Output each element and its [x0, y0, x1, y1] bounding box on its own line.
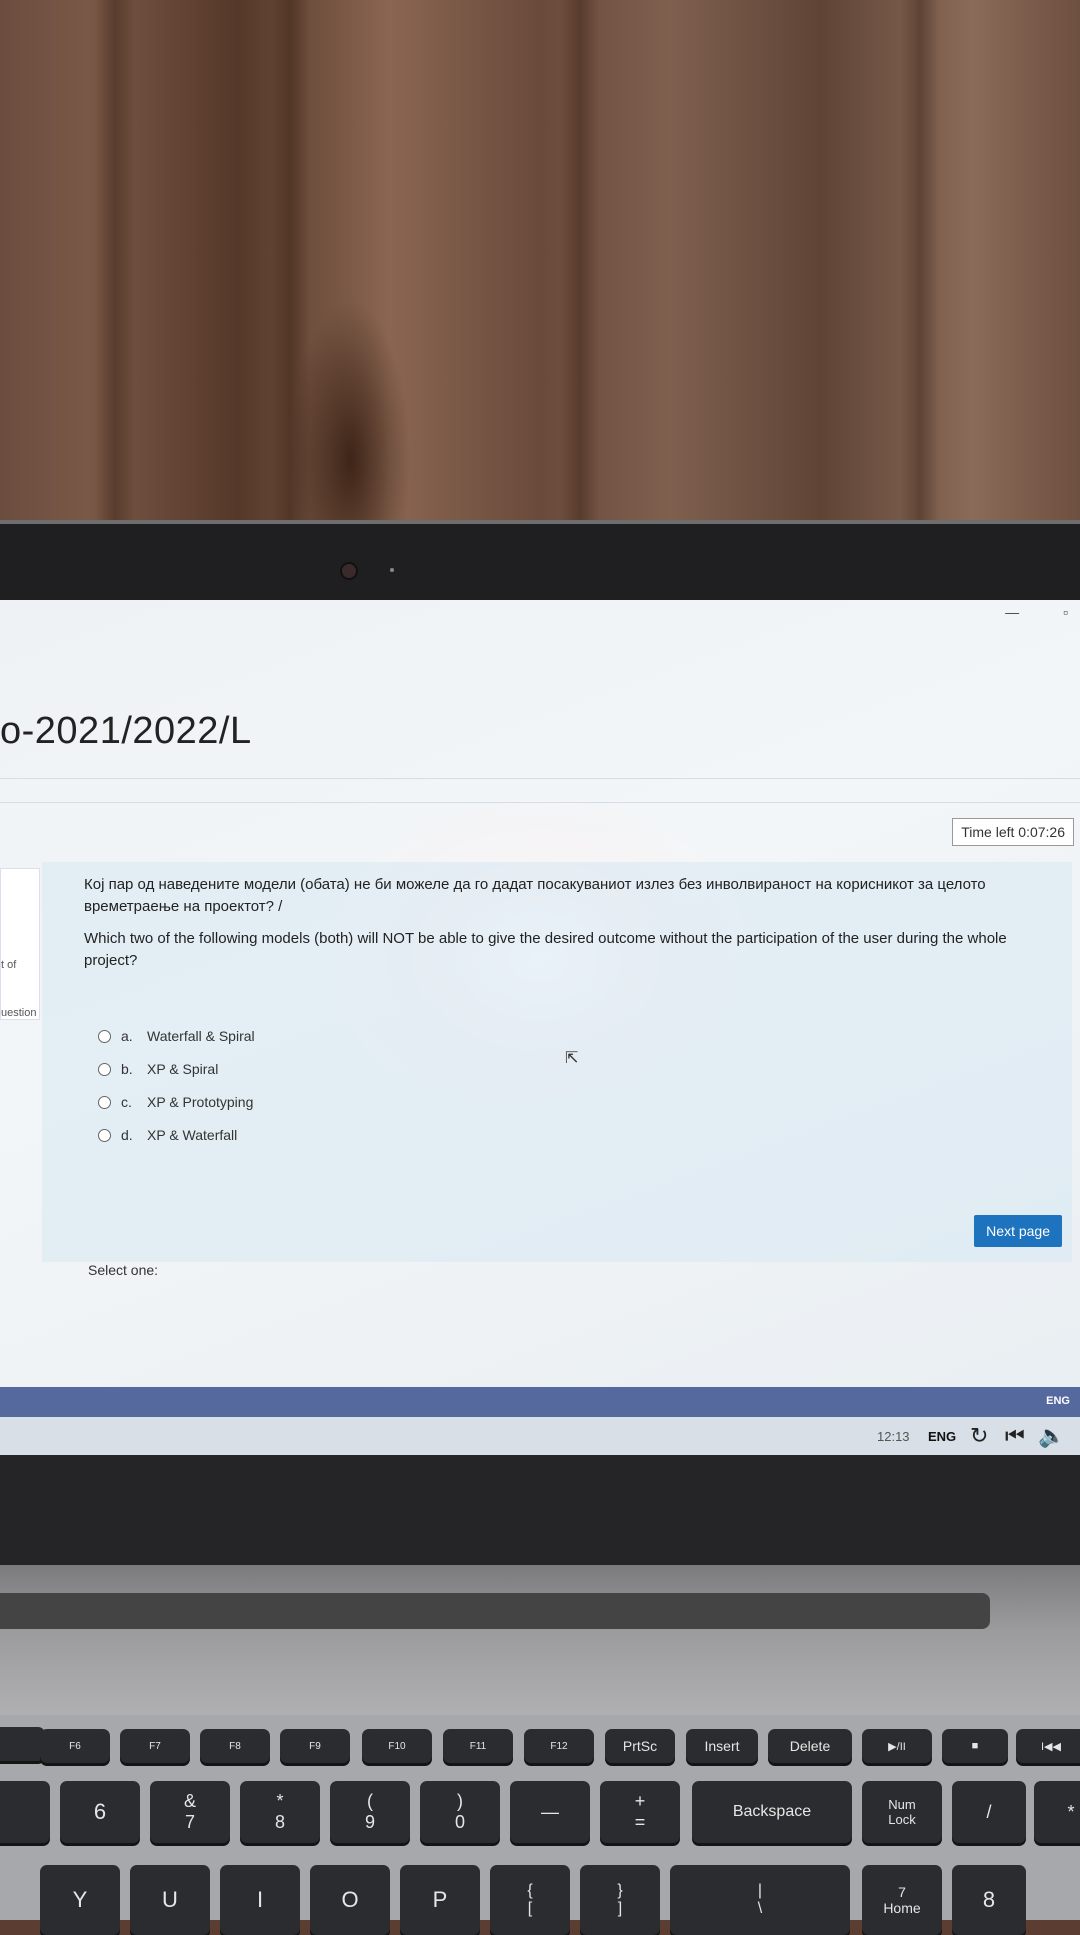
key-minus[interactable]: —: [510, 1781, 590, 1843]
key-i[interactable]: I: [220, 1865, 300, 1935]
course-title: o-2021/2022/L: [0, 710, 252, 752]
language-indicator[interactable]: ENG: [1046, 1395, 1070, 1407]
curtain-fold: [95, 0, 135, 540]
laptop-screen: — ▫ o-2021/2022/L Time left 0:07:26 t of…: [0, 600, 1080, 1455]
laptop-hinge: [0, 1593, 990, 1629]
key-9[interactable]: ( 9: [330, 1781, 410, 1843]
key-o[interactable]: O: [310, 1865, 390, 1935]
minimize-icon[interactable]: —: [1005, 604, 1019, 620]
key-right-bracket[interactable]: } ]: [580, 1865, 660, 1935]
key-6[interactable]: 6: [60, 1781, 140, 1843]
key-5[interactable]: [0, 1781, 50, 1843]
key-backspace[interactable]: Backspace: [692, 1781, 852, 1843]
language-switcher[interactable]: ENG: [928, 1429, 956, 1444]
option-letter: d.: [121, 1127, 133, 1143]
key-8[interactable]: * 8: [240, 1781, 320, 1843]
key-f12[interactable]: F12: [524, 1729, 594, 1763]
restore-icon[interactable]: ▫: [1063, 604, 1068, 620]
laptop-chassis: [0, 1565, 1080, 1725]
nav-partial-label: t of: [1, 959, 17, 971]
question-text-mk: Кој пар од наведените модели (обата) не …: [84, 876, 986, 915]
curtain-background: [0, 0, 1080, 540]
radio-button[interactable]: [98, 1029, 111, 1043]
radio-button[interactable]: [98, 1062, 111, 1076]
key-f6[interactable]: F6: [40, 1729, 110, 1763]
key-f5[interactable]: [0, 1727, 45, 1761]
key-play-pause[interactable]: ▶/II: [862, 1729, 932, 1763]
next-page-button[interactable]: Next page: [974, 1215, 1062, 1247]
key-num-lock[interactable]: Num Lock: [862, 1781, 942, 1843]
divider: [0, 778, 1080, 779]
option-text: XP & Waterfall: [147, 1127, 238, 1143]
time-left-badge: Time left 0:07:26: [952, 818, 1074, 846]
key-left-bracket[interactable]: { [: [490, 1865, 570, 1935]
key-delete[interactable]: Delete: [768, 1729, 852, 1763]
key-backslash[interactable]: | \: [670, 1865, 850, 1935]
laptop-lower-bezel: [0, 1455, 1080, 1565]
radio-button[interactable]: [98, 1095, 111, 1109]
key-numpad-8[interactable]: 8: [952, 1865, 1026, 1935]
window-controls: — ▫: [965, 604, 1068, 620]
question-box: Кој пар од наведените модели (обата) не …: [42, 862, 1072, 1278]
key-y[interactable]: Y: [40, 1865, 120, 1935]
option-b[interactable]: b. XP & Spiral: [98, 1061, 218, 1077]
key-7[interactable]: & 7: [150, 1781, 230, 1843]
key-f7[interactable]: F7: [120, 1729, 190, 1763]
skip-back-icon[interactable]: ⏮: [1005, 1423, 1025, 1449]
curtain-fold: [560, 0, 600, 540]
radio-button[interactable]: [98, 1128, 111, 1142]
key-numpad-7[interactable]: 7 Home: [862, 1865, 942, 1935]
key-prtsc[interactable]: PrtSc: [605, 1729, 675, 1763]
key-f11[interactable]: F11: [443, 1729, 513, 1763]
select-one-label: Select one:: [88, 1262, 159, 1278]
option-text: XP & Spiral: [147, 1061, 219, 1077]
mouse-cursor-icon: ⇱: [565, 1050, 579, 1067]
option-d[interactable]: d. XP & Waterfall: [98, 1127, 237, 1143]
key-stop[interactable]: ■: [942, 1729, 1008, 1763]
key-0[interactable]: ) 0: [420, 1781, 500, 1843]
nav-partial-label[interactable]: uestion: [1, 1007, 36, 1019]
system-tray: 12:13 ENG ↻ ⏮ 🔈: [0, 1417, 1080, 1455]
keyboard: F6 F7 F8 F9 F10 F11 F12 PrtSc Insert Del…: [0, 1715, 1080, 1935]
curtain-fold: [270, 0, 310, 540]
option-text: XP & Prototyping: [147, 1094, 254, 1110]
curtain-fold: [900, 0, 940, 540]
key-prev-track[interactable]: I◀◀: [1016, 1729, 1080, 1763]
key-f8[interactable]: F8: [200, 1729, 270, 1763]
option-letter: a.: [121, 1028, 133, 1044]
key-numpad-multiply[interactable]: *: [1034, 1781, 1080, 1843]
option-c[interactable]: c. XP & Prototyping: [98, 1094, 253, 1110]
option-letter: b.: [121, 1061, 133, 1077]
taskbar-strip: ENG: [0, 1387, 1080, 1417]
key-f9[interactable]: F9: [280, 1729, 350, 1763]
divider: [0, 802, 1080, 803]
key-equals[interactable]: + =: [600, 1781, 680, 1843]
key-u[interactable]: U: [130, 1865, 210, 1935]
refresh-icon[interactable]: ↻: [970, 1423, 988, 1449]
question-text-en: Which two of the following models (both)…: [84, 930, 1007, 969]
key-f10[interactable]: F10: [362, 1729, 432, 1763]
volume-icon[interactable]: 🔈: [1038, 1423, 1065, 1449]
webcam-icon: [340, 562, 358, 580]
clock[interactable]: 12:13: [877, 1429, 910, 1444]
key-p[interactable]: P: [400, 1865, 480, 1935]
key-numpad-divide[interactable]: /: [952, 1781, 1026, 1843]
quiz-navigation-panel: t of uestion: [0, 868, 40, 1020]
option-a[interactable]: a. Waterfall & Spiral: [98, 1028, 255, 1044]
option-letter: c.: [121, 1094, 132, 1110]
key-insert[interactable]: Insert: [686, 1729, 758, 1763]
camera-led: [390, 568, 394, 572]
option-text: Waterfall & Spiral: [147, 1028, 255, 1044]
